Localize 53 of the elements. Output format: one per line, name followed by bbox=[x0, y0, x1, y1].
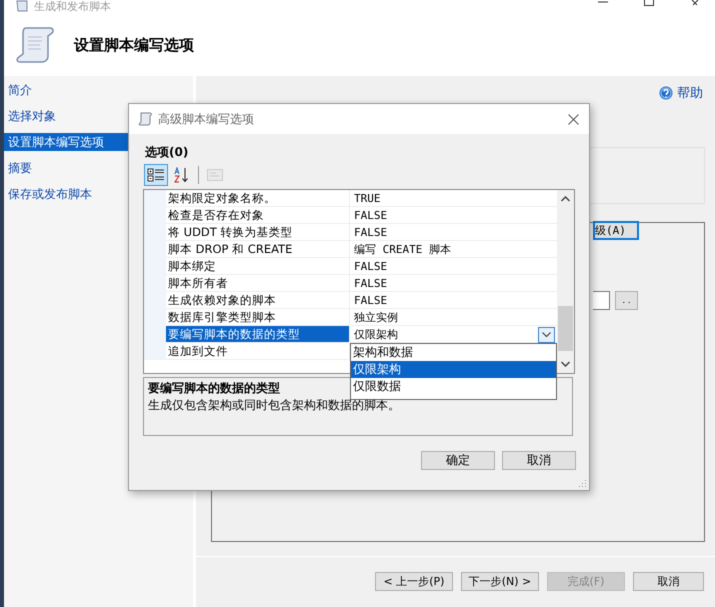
dialog-title: 高级脚本编写选项 bbox=[158, 110, 254, 128]
wizard-button[interactable]: < 上一步(P) bbox=[375, 572, 453, 591]
scroll-icon bbox=[14, 0, 30, 14]
categorized-button[interactable] bbox=[144, 164, 168, 186]
help-link[interactable]: 帮助 bbox=[677, 84, 703, 102]
chevron-down-icon bbox=[542, 332, 551, 338]
dialog-button[interactable]: 取消 bbox=[502, 451, 576, 470]
property-value: 仅限架构 bbox=[354, 328, 398, 341]
property-name[interactable]: 脚本绑定 bbox=[166, 258, 350, 275]
scrollbar-thumb[interactable] bbox=[558, 306, 573, 351]
scroll-icon bbox=[137, 112, 153, 126]
description-title: 要编写脚本的数据的类型 bbox=[148, 380, 280, 397]
dropdown-button[interactable] bbox=[538, 327, 555, 343]
property-name[interactable]: 要编写脚本的数据的类型 bbox=[166, 326, 350, 343]
property-value: FALSE bbox=[354, 277, 388, 290]
property-value: TRUE bbox=[354, 192, 380, 205]
window-icon bbox=[206, 166, 224, 182]
help-icon[interactable] bbox=[659, 86, 673, 100]
property-value: FALSE bbox=[354, 209, 388, 222]
property-name[interactable]: 将 UDDT 转换为基类型 bbox=[166, 224, 350, 241]
description-text: 生成仅包含架构或同时包含架构和数据的脚本。 bbox=[148, 397, 400, 414]
categorized-list-icon bbox=[147, 166, 165, 182]
scroll-down-icon[interactable] bbox=[561, 361, 570, 367]
file-field[interactable] bbox=[593, 291, 610, 310]
scrollbar[interactable] bbox=[557, 190, 574, 373]
property-name[interactable]: 生成依赖对象的脚本 bbox=[166, 292, 350, 309]
scroll-up-icon[interactable] bbox=[561, 196, 570, 202]
wizard-button[interactable]: 下一步(N) > bbox=[461, 572, 539, 591]
dropdown-option[interactable]: 仅限数据 bbox=[351, 378, 556, 395]
close-icon[interactable] bbox=[568, 114, 579, 124]
close-icon[interactable] bbox=[689, 0, 701, 6]
property-value: FALSE bbox=[354, 226, 388, 239]
window-title: 生成和发布脚本 bbox=[34, 0, 111, 14]
dialog-button[interactable]: 确定 bbox=[421, 451, 495, 470]
page-title: 设置脚本编写选项 bbox=[74, 36, 194, 54]
property-value: 编写 CREATE 脚本 bbox=[354, 243, 451, 256]
advanced-button[interactable]: 级(A) bbox=[593, 221, 639, 240]
wizard-button[interactable]: 取消 bbox=[633, 572, 704, 591]
property-name[interactable]: 检查是否存在对象 bbox=[166, 207, 350, 224]
sort-az-icon bbox=[173, 166, 191, 182]
property-value: 独立实例 bbox=[354, 311, 398, 324]
dropdown-option[interactable]: 架构和数据 bbox=[351, 344, 556, 361]
property-name[interactable]: 架构限定对象名称。 bbox=[166, 190, 350, 207]
property-value: FALSE bbox=[354, 294, 388, 307]
property-name[interactable]: 脚本 DROP 和 CREATE bbox=[166, 241, 350, 258]
sidebar-item[interactable]: 简介 bbox=[4, 81, 193, 99]
property-name[interactable]: 追加到文件 bbox=[166, 343, 350, 360]
browse-button[interactable]: . . bbox=[615, 291, 638, 310]
dropdown-option[interactable]: 仅限架构 bbox=[351, 361, 556, 378]
resize-grip-icon[interactable] bbox=[578, 479, 587, 488]
property-value: FALSE bbox=[354, 260, 388, 273]
maximize-icon[interactable] bbox=[643, 0, 655, 6]
property-name[interactable]: 脚本所有者 bbox=[166, 275, 350, 292]
